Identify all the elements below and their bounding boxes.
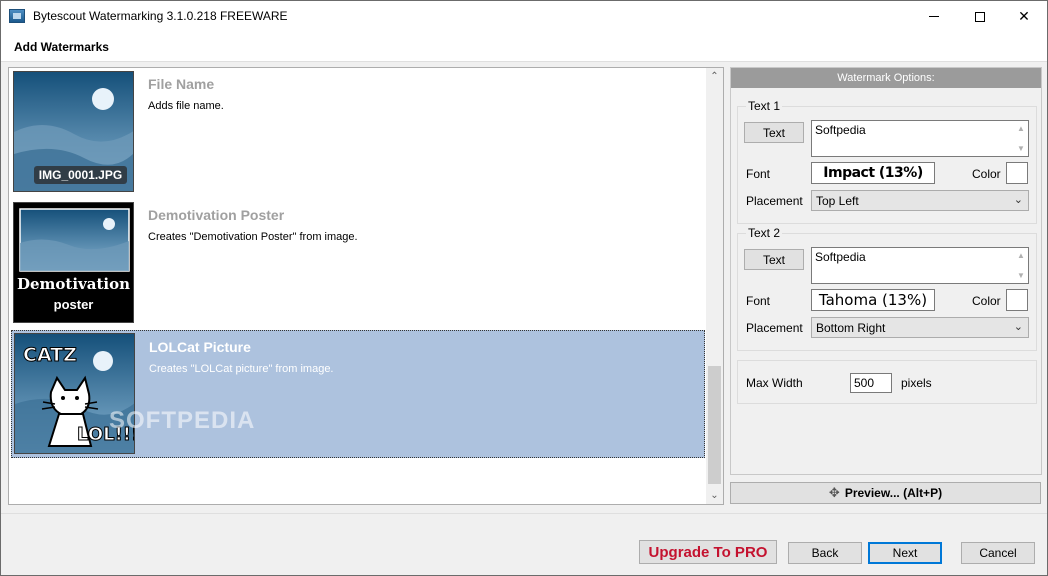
item-title: File Name: [148, 76, 215, 92]
title-bar: Bytescout Watermarking 3.1.0.218 FREEWAR…: [1, 1, 1047, 32]
max-width-unit: pixels: [901, 376, 932, 390]
max-width-group: Max Width 500 pixels: [737, 360, 1037, 404]
thumb-poster-line1: Demotivation: [16, 275, 131, 293]
maximize-icon: [975, 11, 985, 22]
minimize-icon: [929, 16, 939, 17]
text1-placement-value: Top Left: [816, 194, 859, 208]
text2-group: Text 2 Text Softpedia ▲ ▼ Font Tahoma (13…: [737, 226, 1037, 351]
item-title: LOLCat Picture: [149, 339, 251, 355]
window-title: Bytescout Watermarking 3.1.0.218 FREEWAR…: [33, 9, 288, 23]
list-item-demotivation-poster[interactable]: Demotivation poster Demotivation Poster …: [11, 199, 705, 327]
demotivation-thumbnail: Demotivation poster: [13, 202, 134, 323]
text2-color-swatch[interactable]: [1006, 289, 1028, 311]
text2-placement-value: Bottom Right: [816, 321, 886, 335]
text1-placement-label: Placement: [746, 194, 803, 208]
text2-value: Softpedia: [815, 250, 866, 264]
text1-group: Text 1 Text Softpedia ▲ ▼ Font Impact (13…: [737, 99, 1037, 224]
thumb-top-caption: CATZ: [23, 344, 78, 367]
scroll-thumb[interactable]: [708, 366, 721, 484]
text1-legend: Text 1: [746, 99, 783, 113]
chevron-down-icon: ⌄: [1013, 194, 1023, 206]
text2-placement-label: Placement: [746, 321, 803, 335]
chevron-down-icon: ▼: [1017, 144, 1025, 153]
text2-input-scrollbar[interactable]: ▲ ▼: [1014, 248, 1028, 283]
app-icon: [9, 9, 25, 23]
chevron-down-icon: ⌄: [1013, 321, 1023, 333]
preview-label: Preview... (Alt+P): [844, 486, 943, 500]
text1-input[interactable]: Softpedia ▲ ▼: [811, 120, 1029, 157]
minimize-button[interactable]: [911, 1, 957, 32]
text2-placement-select[interactable]: Bottom Right ⌄: [811, 317, 1029, 338]
item-title: Demotivation Poster: [148, 207, 285, 223]
chevron-up-icon: ▲: [1017, 124, 1025, 133]
max-width-value: 500: [854, 376, 875, 390]
upgrade-button[interactable]: Upgrade To PRO: [639, 540, 777, 564]
back-button[interactable]: Back: [788, 542, 862, 564]
overlay-watermark: SOFTPEDIA: [109, 407, 256, 434]
text2-font-label: Font: [746, 294, 771, 308]
item-description: Creates "LOLCat picture" from image.: [149, 363, 334, 375]
item-description: Adds file name.: [148, 100, 224, 112]
file-name-thumbnail: IMG_0001.JPG: [13, 71, 134, 192]
text2-font-button[interactable]: Tahoma (13%): [811, 289, 935, 311]
lolcat-thumbnail: CATZ LOL!!!: [14, 333, 135, 454]
header-band: Add Watermarks: [1, 32, 1047, 62]
max-width-label: Max Width: [746, 376, 803, 390]
cancel-button[interactable]: Cancel: [961, 542, 1035, 564]
next-button[interactable]: Next: [868, 542, 942, 564]
watermark-options-panel: Watermark Options: Text 1 Text Softpedia…: [730, 67, 1042, 475]
watermark-list: IMG_0001.JPG File Name Adds file name. D…: [8, 67, 724, 505]
text1-input-scrollbar[interactable]: ▲ ▼: [1014, 121, 1028, 156]
list-item-lolcat-picture[interactable]: CATZ LOL!!! LOLCat Picture Creates "LOLC…: [11, 330, 705, 458]
app-window: Bytescout Watermarking 3.1.0.218 FREEWAR…: [0, 0, 1048, 576]
thumb-poster-line2: poster: [53, 297, 94, 312]
text2-text-button[interactable]: Text: [744, 249, 804, 270]
chevron-down-icon: ▼: [1017, 271, 1025, 280]
close-icon: ✕: [1018, 8, 1030, 24]
max-width-input[interactable]: 500: [850, 373, 892, 393]
scroll-down-icon[interactable]: ⌄: [706, 487, 723, 504]
text2-legend: Text 2: [746, 226, 783, 240]
text2-color-label: Color: [972, 294, 1001, 308]
text1-font-button[interactable]: Impact (13%): [811, 162, 935, 184]
footer-divider: [1, 513, 1047, 514]
thumb-filename-label: IMG_0001.JPG: [38, 168, 123, 182]
maximize-button[interactable]: [957, 1, 1003, 32]
text1-color-swatch[interactable]: [1006, 162, 1028, 184]
item-description: Creates "Demotivation Poster" from image…: [148, 231, 358, 243]
chevron-up-icon: ▲: [1017, 251, 1025, 260]
text1-color-label: Color: [972, 167, 1001, 181]
preview-button[interactable]: ✥ Preview... (Alt+P): [730, 482, 1041, 504]
list-scrollbar[interactable]: ⌃ ⌄: [706, 68, 723, 504]
text1-placement-select[interactable]: Top Left ⌄: [811, 190, 1029, 211]
page-title: Add Watermarks: [14, 40, 109, 54]
options-header: Watermark Options:: [731, 68, 1041, 88]
scroll-up-icon[interactable]: ⌃: [706, 68, 723, 85]
text2-input[interactable]: Softpedia ▲ ▼: [811, 247, 1029, 284]
move-icon: ✥: [828, 485, 840, 500]
text1-text-button[interactable]: Text: [744, 122, 804, 143]
list-item-file-name[interactable]: IMG_0001.JPG File Name Adds file name.: [11, 68, 705, 196]
text1-font-label: Font: [746, 167, 771, 181]
text1-value: Softpedia: [815, 123, 866, 137]
close-button[interactable]: ✕: [1001, 1, 1047, 32]
